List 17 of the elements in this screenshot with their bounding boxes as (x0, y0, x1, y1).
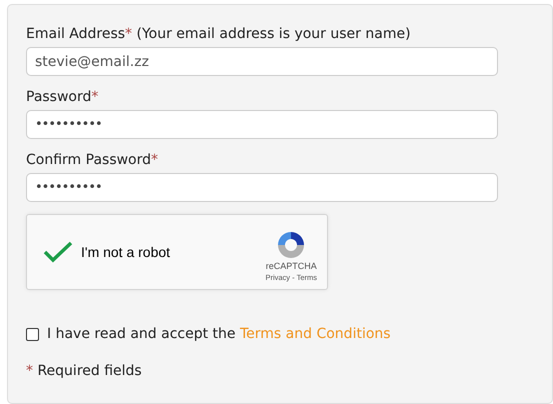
field-label: Email Address (26, 26, 126, 42)
field-label: Password (26, 89, 92, 105)
captcha-brand: reCAPTCHA (266, 260, 317, 272)
terms-text: I have read and accept the Terms and Conditions (47, 325, 391, 344)
terms-checkbox[interactable] (26, 328, 39, 341)
required-asterisk: * (151, 152, 158, 168)
field-label: Confirm Password (26, 152, 152, 168)
required-note: Required fields (37, 363, 142, 379)
password-field[interactable]: •••••••••• (26, 173, 498, 202)
email-field[interactable]: stevie@email.zz (26, 47, 498, 76)
required-asterisk: * (125, 26, 132, 42)
captcha-label: I'm not a robot (81, 242, 170, 262)
password-field[interactable]: •••••••••• (26, 110, 498, 139)
hint-text: (Your email address is your user name) (136, 26, 411, 42)
required-asterisk: * (91, 89, 98, 105)
required-asterisk: * (26, 363, 33, 379)
check-icon[interactable] (43, 241, 73, 263)
